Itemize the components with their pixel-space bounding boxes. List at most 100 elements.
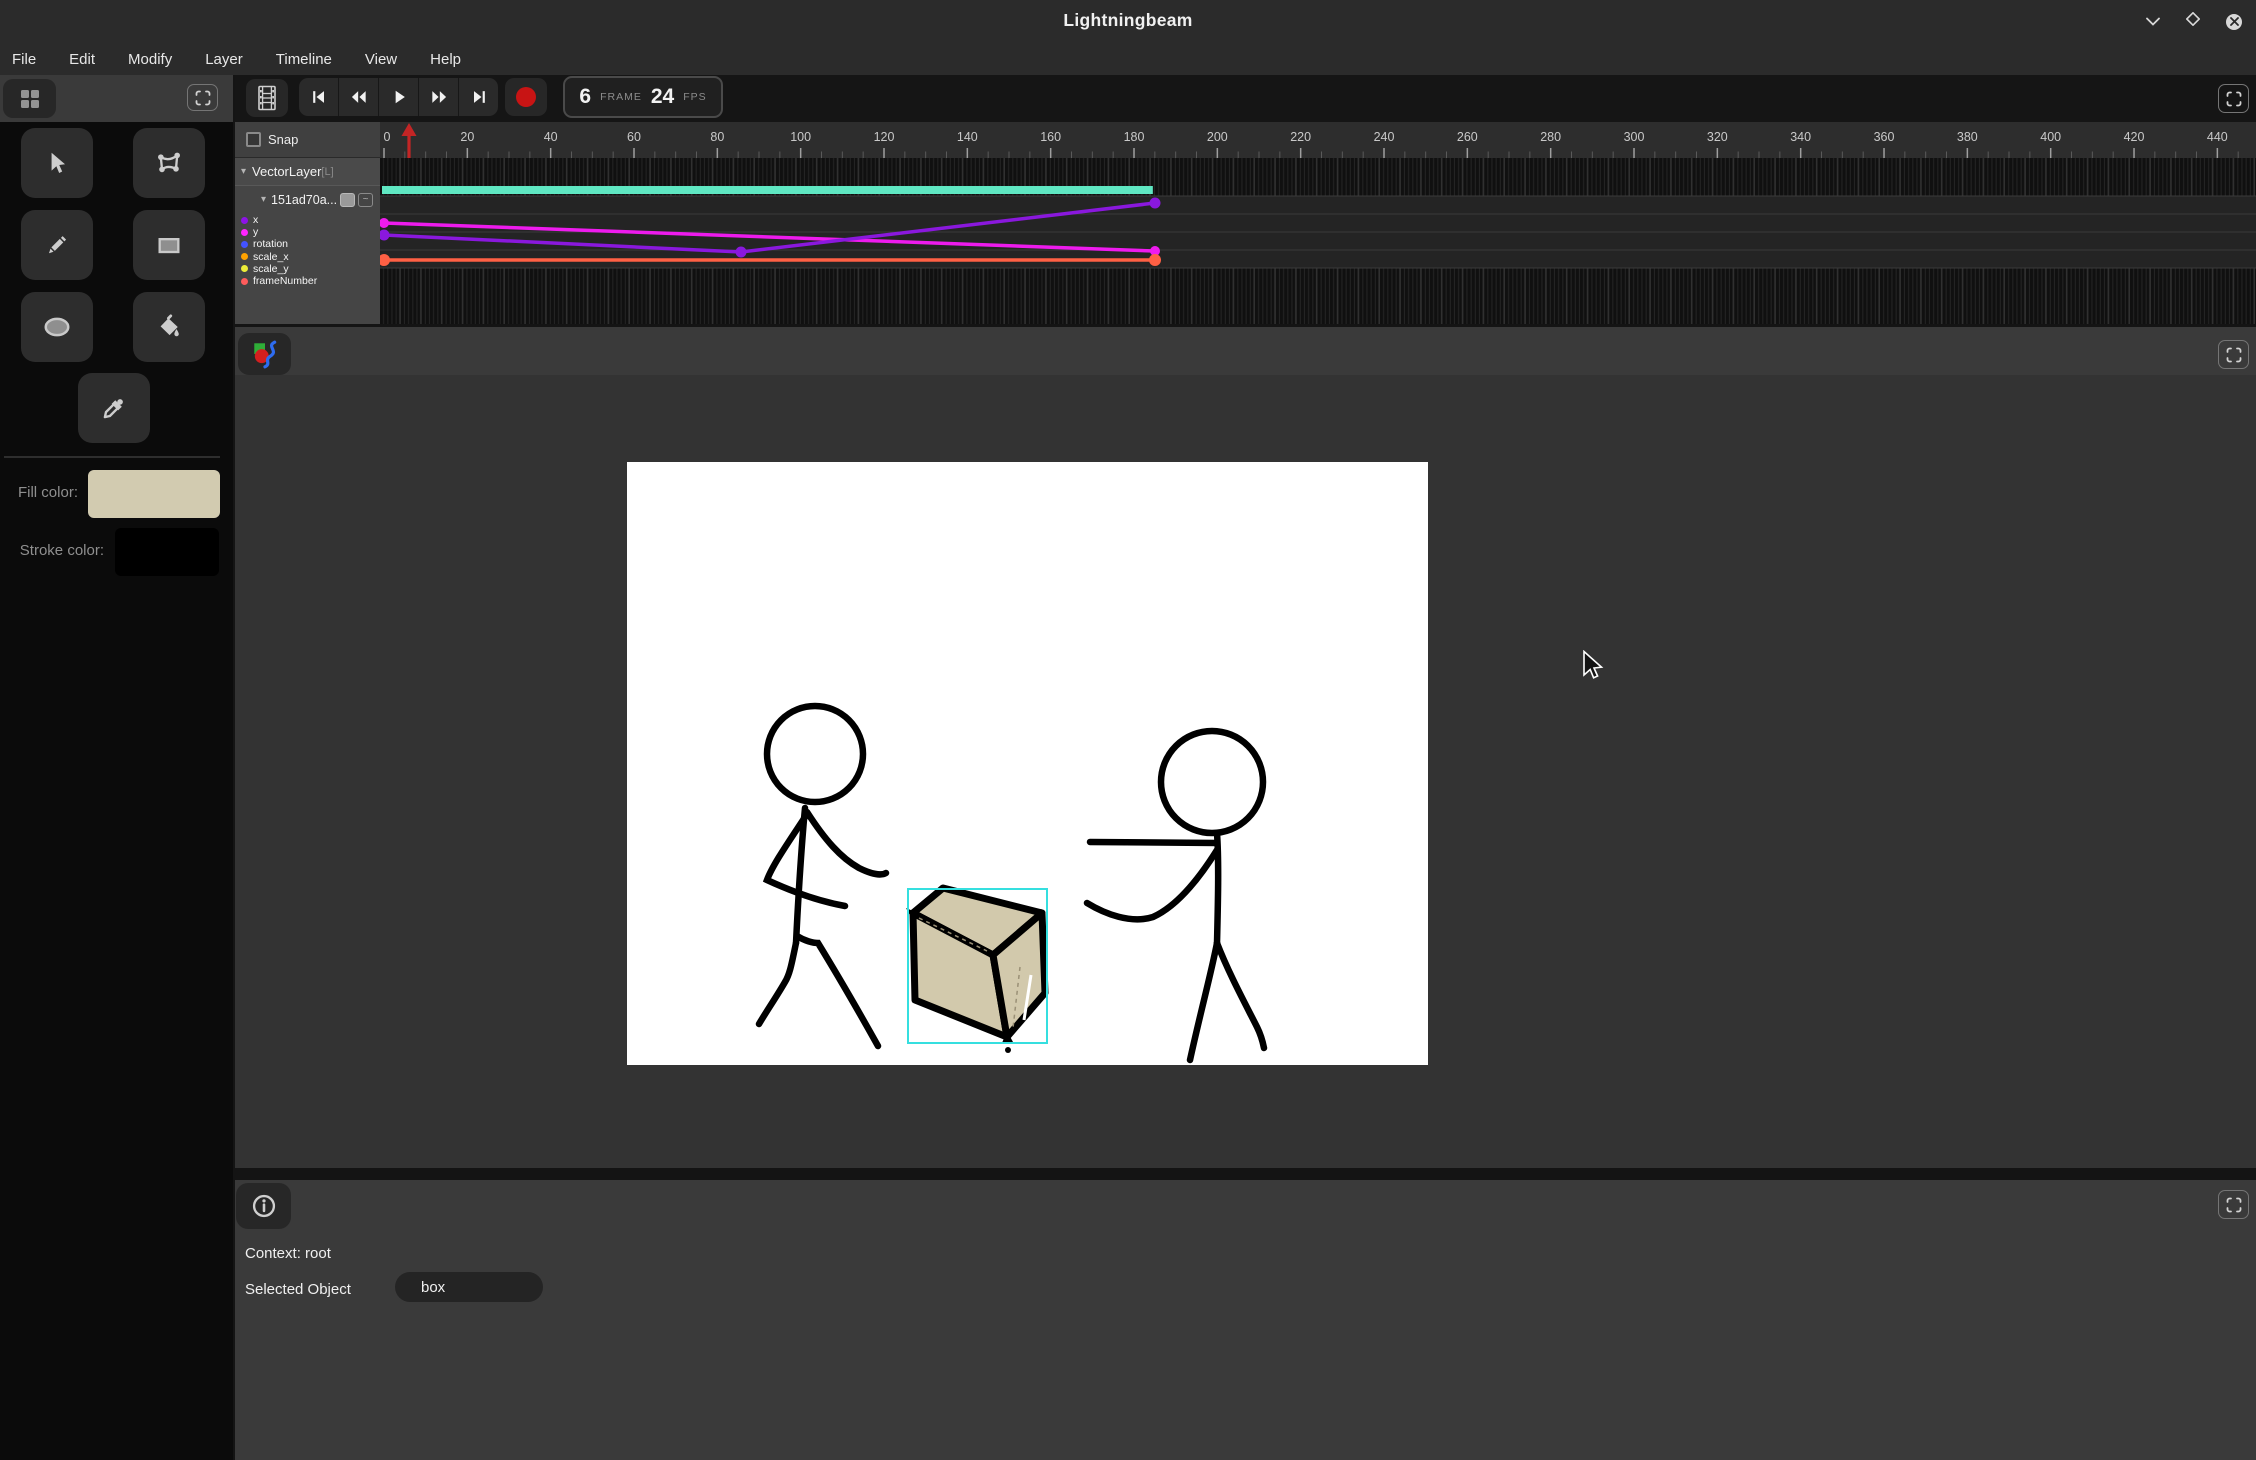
expand-icon [2224, 89, 2244, 109]
minimize-button[interactable] [2146, 13, 2160, 31]
info-button[interactable] [236, 1183, 291, 1229]
tool-ellipse-button[interactable] [21, 292, 93, 362]
keyframe-x[interactable] [1150, 198, 1161, 209]
canvas-header [235, 327, 2256, 375]
timeline-tracks[interactable]: 0204060801001201401601802002202402602803… [380, 122, 2256, 324]
lifespan-bar[interactable] [382, 186, 1153, 194]
grid-icon [18, 87, 42, 111]
property-label: frameNumber [253, 275, 317, 287]
stick-figure-left [759, 706, 886, 1046]
frame-fps-display[interactable]: 6 FRAME 24 FPS [563, 76, 723, 118]
skip-to-start-button[interactable] [299, 78, 339, 116]
canvas-expand-button[interactable] [2218, 340, 2249, 369]
tool-select-button[interactable] [21, 128, 93, 198]
property-row-scale_x[interactable]: scale_x [235, 251, 380, 263]
filmstrip-icon [256, 85, 278, 111]
frame-value: 6 [579, 85, 591, 109]
record-button[interactable] [505, 78, 547, 116]
fps-label: FPS [683, 91, 706, 103]
tool-sidebar [0, 75, 233, 1460]
stroke-color-swatch[interactable] [115, 528, 219, 576]
ruler-label: 40 [544, 130, 558, 144]
fill-color-label: Fill color: [0, 484, 78, 501]
film-settings-button[interactable] [246, 79, 288, 117]
artboard[interactable] [627, 462, 1428, 1065]
skip-to-end-button[interactable] [459, 78, 498, 116]
layer-disclosure-triangle[interactable]: ▾ [241, 167, 246, 177]
ruler-label: 320 [1707, 130, 1728, 144]
expand-icon [2224, 345, 2244, 365]
tool-path-button[interactable] [133, 128, 205, 198]
selected-object-label: Selected Object [245, 1281, 351, 1298]
menu-item-layer[interactable]: Layer [199, 48, 249, 71]
ruler-label: 300 [1624, 130, 1645, 144]
layer-row[interactable]: ▾ VectorLayer [L] [235, 158, 380, 186]
snap-checkbox[interactable] [246, 132, 261, 147]
property-row-frameNumber[interactable]: frameNumber [235, 275, 380, 287]
expand-icon [2224, 1195, 2244, 1215]
sublayer-tween-button[interactable]: ~ [358, 193, 373, 207]
selected-object-input[interactable] [395, 1272, 543, 1302]
menu-item-edit[interactable]: Edit [63, 48, 101, 71]
timeline-layer-panel: Snap ▾ VectorLayer [L] ▾ 151ad70a... ~ x… [235, 122, 380, 324]
ellipse-icon [42, 312, 72, 342]
menu-bar: File Edit Modify Layer Timeline View Help [6, 44, 467, 74]
tool-bucket-button[interactable] [133, 292, 205, 362]
expand-icon [193, 88, 213, 108]
ruler-label: 240 [1374, 130, 1395, 144]
diamond-icon [2186, 12, 2200, 26]
fast-forward-button[interactable] [419, 78, 459, 116]
snap-label: Snap [268, 132, 298, 147]
ruler-label: 20 [460, 130, 474, 144]
inspector-panel [235, 1180, 2256, 1460]
inspector-expand-button[interactable] [2218, 1190, 2249, 1219]
rewind-icon [349, 87, 369, 107]
tool-eyedropper-button[interactable] [78, 373, 150, 443]
rewind-button[interactable] [339, 78, 379, 116]
tool-pencil-button[interactable] [21, 210, 93, 280]
property-label: x [253, 214, 258, 226]
fps-value: 24 [651, 85, 674, 109]
close-button[interactable] [2226, 14, 2242, 30]
property-label: y [253, 226, 258, 238]
ruler-label: 340 [1790, 130, 1811, 144]
transport-controls [299, 78, 498, 116]
pencil-icon [44, 232, 70, 258]
sidebar-expand-button[interactable] [187, 84, 218, 111]
tool-rectangle-button[interactable] [133, 210, 205, 280]
sublayer-solid-button[interactable] [340, 193, 355, 207]
property-row-scale_y[interactable]: scale_y [235, 263, 380, 275]
play-button[interactable] [379, 78, 419, 116]
fill-color-swatch[interactable] [88, 470, 220, 518]
property-color-dot [241, 229, 248, 236]
ruler-label: 360 [1874, 130, 1895, 144]
grid-view-button[interactable] [3, 79, 56, 118]
canvas-mode-button[interactable] [238, 333, 291, 375]
drawing-canvas [627, 462, 1428, 1065]
ruler-label: 260 [1457, 130, 1478, 144]
menu-item-modify[interactable]: Modify [122, 48, 178, 71]
stage[interactable] [235, 375, 2256, 1168]
ruler-label: 280 [1540, 130, 1561, 144]
property-list: xyrotationscale_xscale_yframeNumber [235, 214, 380, 287]
title-bar: Lightningbeam FileEditModifyLayerTimelin… [0, 0, 2256, 75]
property-color-dot [241, 217, 248, 224]
ruler-label: 440 [2207, 130, 2228, 144]
maximize-button[interactable] [2186, 12, 2200, 31]
stroke-color-label: Stroke color: [0, 542, 104, 559]
ruler-label: 220 [1290, 130, 1311, 144]
vector-graphics-icon [250, 339, 280, 369]
property-row-rotation[interactable]: rotation [235, 238, 380, 250]
property-row-x[interactable]: x [235, 214, 380, 226]
menu-item-help[interactable]: Help [424, 48, 467, 71]
mouse-cursor [1581, 650, 1605, 682]
menu-item-file[interactable]: File [6, 48, 42, 71]
keyframe-x[interactable] [736, 247, 747, 258]
timeline-expand-button[interactable] [2218, 84, 2249, 113]
menu-item-view[interactable]: View [359, 48, 403, 71]
sublayer-disclosure-triangle[interactable]: ▾ [261, 195, 266, 205]
property-color-dot [241, 253, 248, 260]
menu-item-timeline[interactable]: Timeline [270, 48, 338, 71]
property-row-y[interactable]: y [235, 226, 380, 238]
keyframe-frameNumber[interactable] [1149, 254, 1161, 266]
